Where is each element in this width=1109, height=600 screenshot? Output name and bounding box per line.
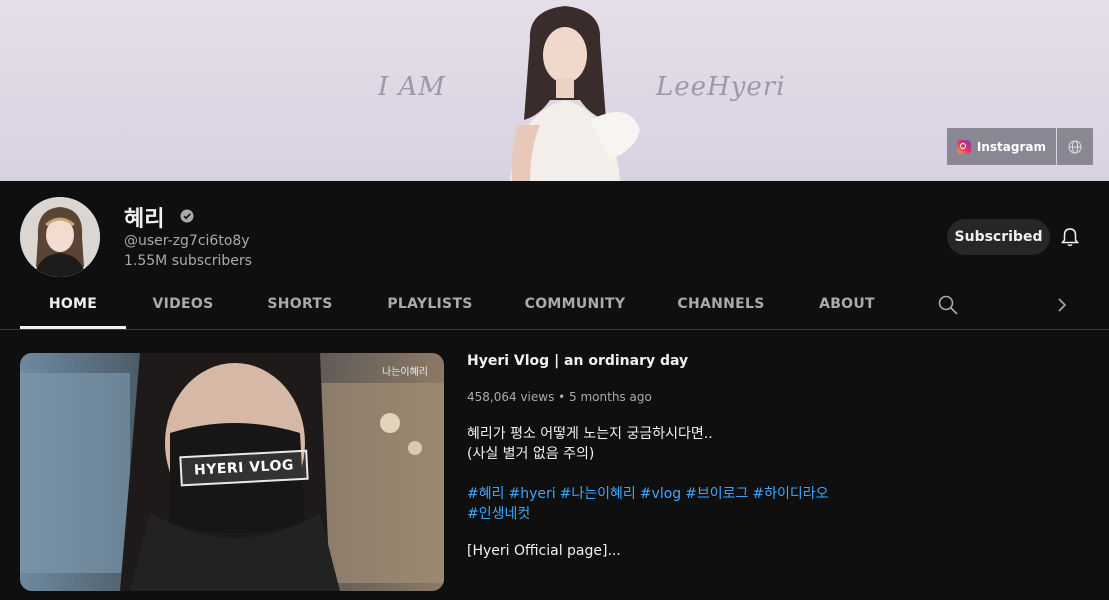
- tab-shorts[interactable]: SHORTS: [255, 281, 345, 327]
- description-line: 혜리가 평소 어떻게 노는지 궁금하시다면..: [467, 426, 713, 442]
- channel-handle: @user-zg7ci6to8y: [124, 233, 250, 249]
- instagram-link[interactable]: Instagram: [946, 128, 1056, 165]
- featured-video-title[interactable]: Hyeri Vlog | an ordinary day: [467, 353, 688, 369]
- tab-home[interactable]: HOME: [20, 281, 126, 329]
- verified-check-icon: [180, 209, 194, 223]
- banner-right-text: LeeHyeri: [656, 72, 786, 102]
- description-line: (사실 별거 없음 주의): [467, 446, 595, 462]
- thumbnail-corner-text: 나는이혜리: [382, 367, 428, 378]
- avatar-image: [20, 197, 100, 277]
- tab-about[interactable]: ABOUT: [807, 281, 887, 327]
- youtube-channel-page: I AM LeeHyeri Instagram 혜리 @user-zg7ci6t…: [0, 0, 1109, 600]
- hashtag-link[interactable]: #브이로그: [685, 486, 748, 502]
- hashtag-link[interactable]: #hyeri: [509, 486, 556, 502]
- channel-tabs: HOME VIDEOS SHORTS PLAYLISTS COMMUNITY C…: [0, 281, 1109, 330]
- globe-icon: [1068, 140, 1082, 153]
- subscribed-button[interactable]: Subscribed: [947, 219, 1050, 255]
- banner-left-text: I AM: [378, 72, 446, 102]
- channel-banner: I AM LeeHyeri Instagram: [0, 0, 1109, 181]
- chevron-right-icon[interactable]: [1054, 295, 1070, 315]
- hashtags-line-2: #인생네컷: [467, 503, 534, 523]
- subscriber-count: 1.55M subscribers: [124, 253, 252, 269]
- hashtag-link[interactable]: #나는이혜리: [560, 486, 636, 502]
- hashtags-line-1: #혜리 #hyeri #나는이혜리 #vlog #브이로그 #하이디라오: [467, 483, 833, 503]
- instagram-link-label: Instagram: [976, 139, 1046, 154]
- bell-icon[interactable]: [1059, 226, 1081, 248]
- hashtag-link[interactable]: #혜리: [467, 486, 505, 502]
- hashtag-link[interactable]: #하이디라오: [752, 486, 828, 502]
- hashtag-link[interactable]: #vlog: [640, 486, 681, 502]
- search-icon[interactable]: [937, 294, 959, 316]
- channel-header: 혜리 @user-zg7ci6to8y 1.55M subscribers Su…: [0, 181, 1109, 281]
- featured-video-thumbnail[interactable]: 나는이혜리 HYERI VLOG: [20, 353, 444, 591]
- banner-portrait: [510, 6, 640, 181]
- channel-avatar[interactable]: [20, 197, 100, 277]
- website-link[interactable]: [1057, 128, 1093, 165]
- tab-videos[interactable]: VIDEOS: [140, 281, 226, 327]
- tab-channels[interactable]: CHANNELS: [665, 281, 777, 327]
- featured-video-meta: 458,064 views • 5 months ago: [467, 390, 652, 404]
- instagram-icon: [956, 139, 971, 154]
- hashtag-link[interactable]: #인생네컷: [467, 506, 530, 522]
- banner-links: Instagram: [946, 128, 1093, 165]
- tab-playlists[interactable]: PLAYLISTS: [375, 281, 485, 327]
- tab-community[interactable]: COMMUNITY: [515, 281, 635, 327]
- channel-name: 혜리: [124, 207, 165, 232]
- description-more[interactable]: [Hyeri Official page]...: [467, 543, 621, 559]
